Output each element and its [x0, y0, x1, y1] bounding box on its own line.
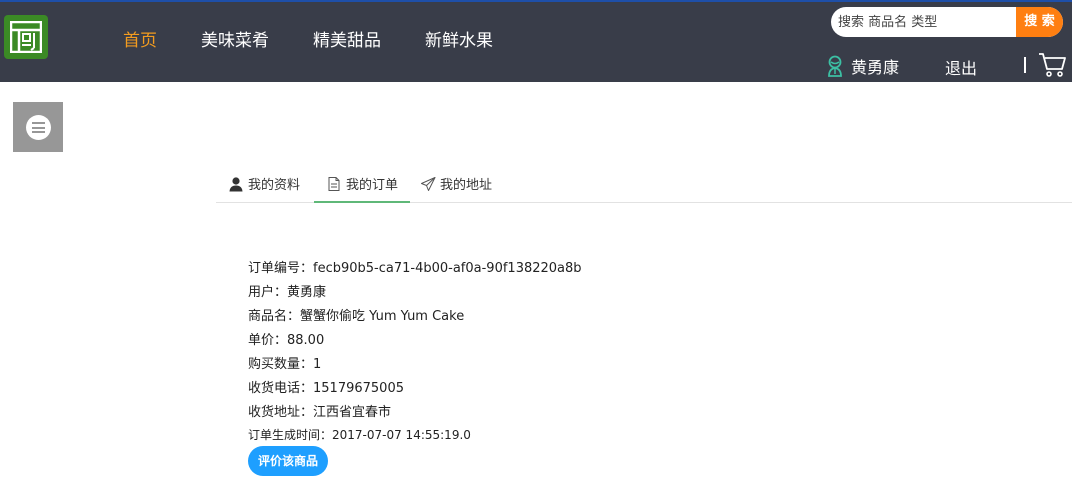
- tab-label: 我的订单: [346, 178, 399, 193]
- nav-home[interactable]: 首页: [123, 26, 157, 51]
- order-product: 商品名：蟹蟹你偷吃 Yum Yum Cake: [248, 309, 465, 324]
- kitchen-logo-icon: [10, 21, 42, 53]
- nav-desserts[interactable]: 精美甜品: [313, 26, 381, 51]
- tab-my-orders[interactable]: 我的订单: [314, 165, 410, 203]
- account-tabs: 我的资料 我的订单 我的地址: [216, 165, 1072, 203]
- site-logo[interactable]: [4, 15, 48, 59]
- tab-label: 我的地址: [440, 178, 493, 193]
- order-address: 收货地址：江西省宜春市: [248, 405, 392, 420]
- document-icon: [328, 176, 340, 191]
- user-name[interactable]: 黄勇康: [851, 54, 899, 78]
- search-bar: 搜 索: [831, 7, 1063, 37]
- menu-icon: [26, 115, 51, 140]
- shopping-cart-icon[interactable]: [1038, 52, 1066, 78]
- order-id: 订单编号：fecb90b5-ca71-4b00-af0a-90f138220a8…: [248, 261, 582, 276]
- side-menu-button[interactable]: [13, 102, 63, 152]
- search-button[interactable]: 搜 索: [1016, 7, 1063, 37]
- order-quantity: 购买数量：1: [248, 357, 322, 372]
- search-input[interactable]: [831, 7, 1016, 37]
- nav-dishes[interactable]: 美味菜肴: [201, 26, 269, 51]
- header-divider: [1024, 57, 1026, 73]
- tab-my-profile[interactable]: 我的资料: [228, 165, 324, 203]
- tab-label: 我的资料: [248, 178, 301, 193]
- nav-fruits[interactable]: 新鲜水果: [425, 26, 493, 51]
- top-navbar: 首页 美味菜肴 精美甜品 新鲜水果 搜 索 黄勇康 退出: [0, 2, 1072, 82]
- order-created-time: 订单生成时间：2017-07-07 14:55:19.0: [248, 428, 471, 442]
- order-phone: 收货电话：15179675005: [248, 381, 404, 396]
- tab-my-address[interactable]: 我的地址: [420, 165, 516, 203]
- review-product-button[interactable]: 评价该商品: [248, 446, 328, 476]
- paper-plane-icon: [421, 176, 436, 191]
- order-user: 用户：黄勇康: [248, 285, 327, 300]
- user-avatar-icon: [828, 55, 842, 77]
- user-icon: [229, 176, 243, 191]
- logout-link[interactable]: 退出: [945, 55, 977, 79]
- order-price: 单价：88.00: [248, 333, 325, 348]
